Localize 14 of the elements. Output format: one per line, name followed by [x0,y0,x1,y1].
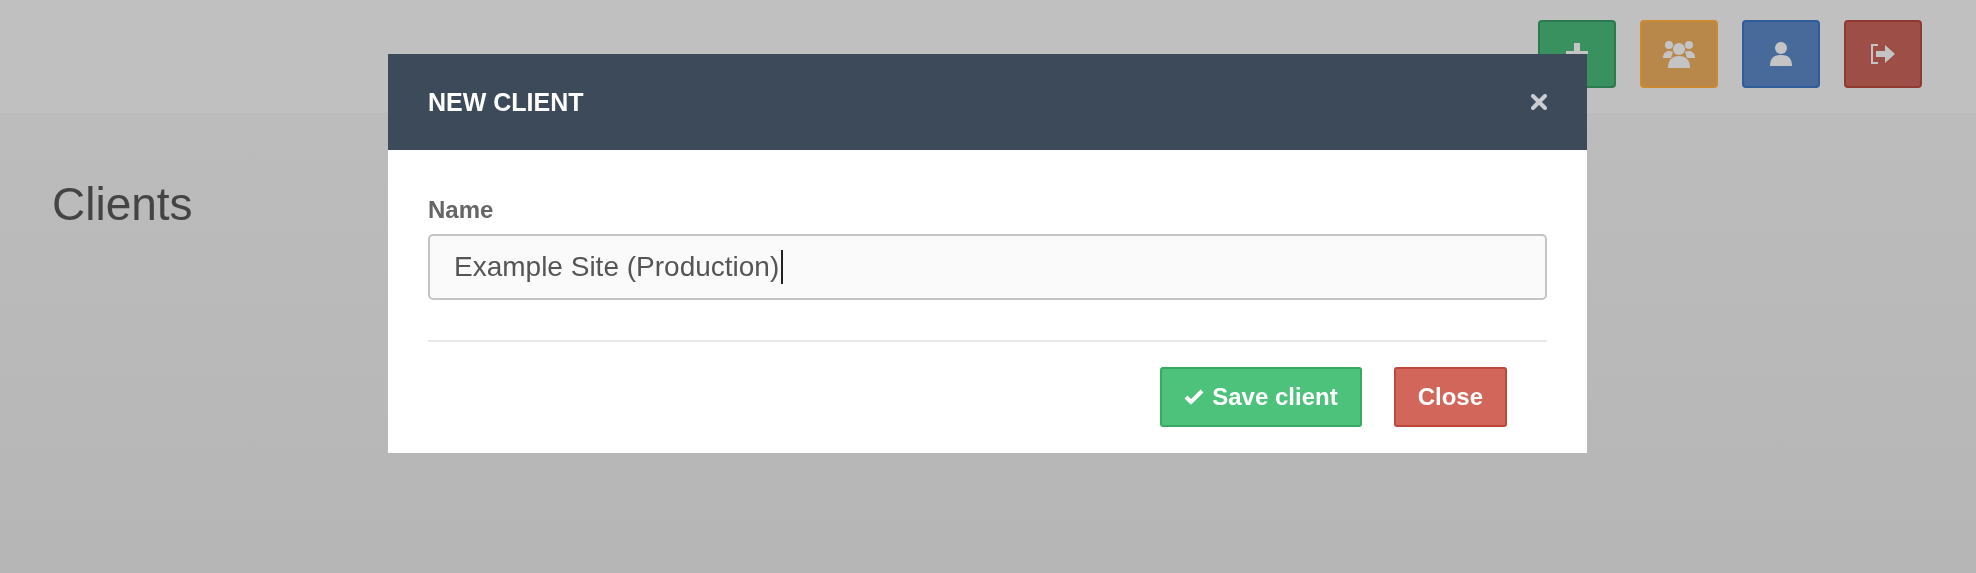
plus-icon [1566,43,1588,54]
check-icon [1184,389,1205,405]
name-field[interactable]: Example Site (Production) [428,234,1547,300]
logout-button[interactable] [1844,20,1922,88]
user-icon [1770,42,1792,66]
close-icon[interactable] [1531,94,1547,110]
field-label: Name [428,196,494,224]
users-icon [1663,40,1695,68]
close-button[interactable]: Close [1393,367,1507,427]
page-title: Clients [52,177,193,231]
save-button[interactable]: Save client [1160,367,1362,427]
user-button[interactable] [1742,20,1820,88]
logout-icon [1870,44,1896,64]
dialog-title: NEW CLIENT [428,87,584,117]
